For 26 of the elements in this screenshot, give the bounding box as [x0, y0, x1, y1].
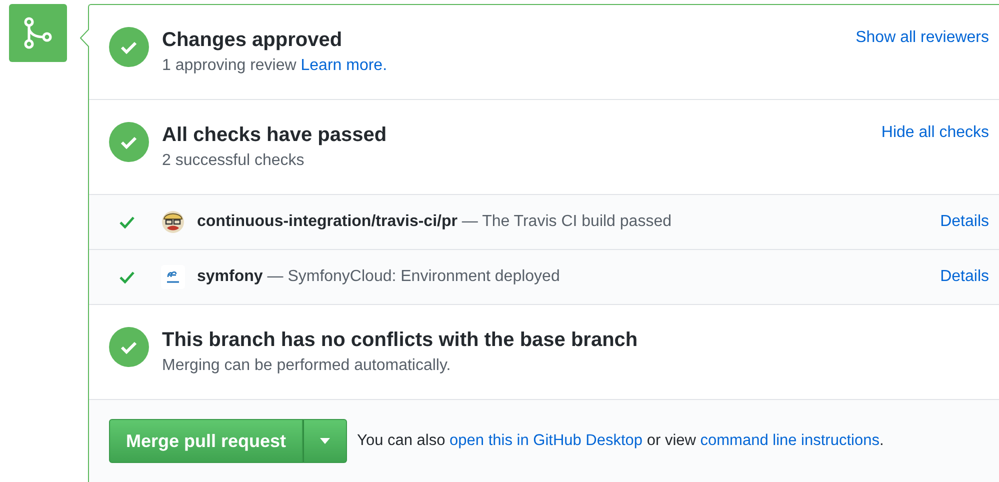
hide-checks-link[interactable]: Hide all checks	[881, 124, 989, 142]
merge-status-text: Merging can be performed automatically.	[162, 356, 452, 376]
details-link[interactable]: Details	[940, 268, 989, 286]
merge-options-dropdown[interactable]	[303, 419, 348, 463]
show-reviewers-link[interactable]: Show all reviewers	[856, 29, 989, 47]
github-desktop-link[interactable]: open this in GitHub Desktop	[450, 432, 643, 449]
alternative-instructions: You can also open this in GitHub Desktop or view command line instructions.	[357, 432, 884, 450]
check-circle-icon	[109, 27, 149, 67]
caret-icon	[320, 438, 330, 444]
branch-merge-icon	[23, 17, 53, 49]
check-status-text: continuous-integration/travis-ci/pr — The Travis CI build passed	[197, 213, 672, 231]
section-title: This branch has no conflicts with the base branch	[162, 328, 639, 353]
details-link[interactable]: Details	[940, 213, 989, 231]
section-title: All checks have passed	[162, 123, 388, 148]
check-circle-icon	[109, 122, 149, 162]
checkmark-icon	[119, 270, 135, 284]
learn-more-link[interactable]: Learn more.	[300, 57, 388, 74]
checks-summary: 2 successful checks	[162, 151, 306, 171]
command-line-link[interactable]: command line instructions	[700, 432, 880, 449]
mascot-avatar-icon	[161, 210, 185, 234]
check-circle-icon	[109, 327, 149, 367]
merge-button[interactable]: Merge pull request	[109, 419, 304, 463]
check-status-text: symfony — SymfonyCloud: Environment deployed	[197, 268, 561, 286]
review-summary: 1 approving review Learn more.	[162, 56, 388, 76]
checkmark-icon	[119, 215, 135, 229]
section-title: Changes approved	[162, 28, 344, 53]
